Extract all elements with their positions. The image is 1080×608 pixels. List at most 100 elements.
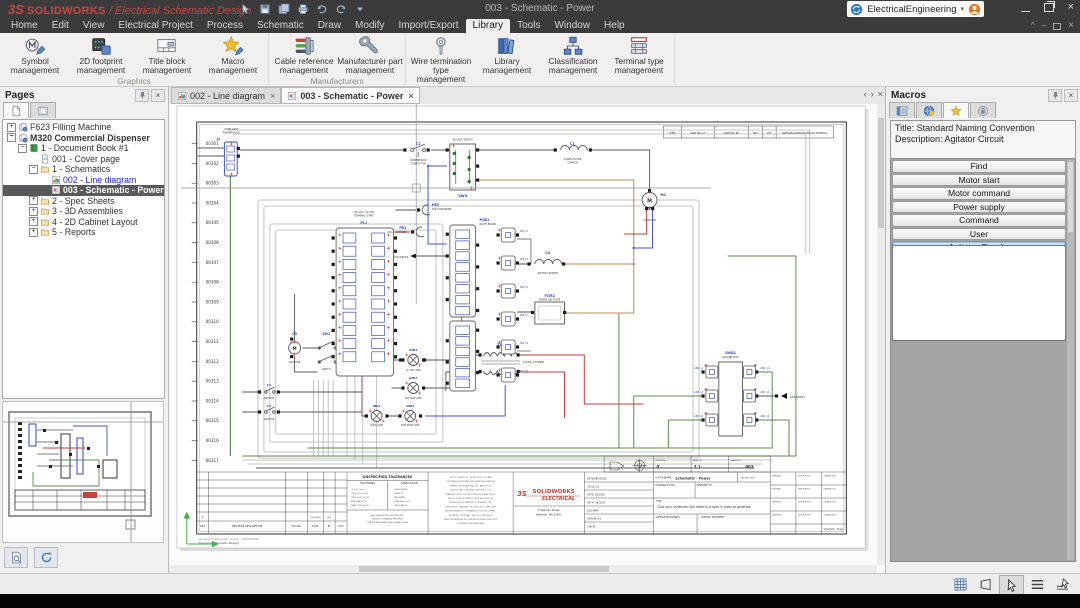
page-tab-icon[interactable]	[3, 102, 29, 118]
pointer-icon[interactable]	[240, 3, 252, 15]
macro-items-list[interactable]	[892, 245, 1066, 341]
horizontal-scrollbar[interactable]	[169, 565, 877, 573]
preview-refresh-button[interactable]	[34, 547, 58, 568]
menu-item[interactable]: Import/Export	[392, 19, 466, 33]
ribbon-button[interactable]: Macro management	[200, 34, 266, 75]
globe-icon[interactable]	[916, 102, 942, 118]
draw-mode-button[interactable]	[1051, 575, 1074, 593]
svg-text:FABRICATION: FABRICATION	[401, 481, 418, 485]
caret-icon[interactable]	[354, 3, 366, 15]
ribbon-button[interactable]: Classification management	[540, 34, 606, 84]
tree-item[interactable]: + 3 - 3D Assemblies	[3, 206, 128, 217]
menu-item[interactable]: Modify	[348, 19, 391, 33]
menu-item[interactable]: View	[76, 19, 112, 33]
tree-item[interactable]: 003 - Schematic - Power	[3, 185, 164, 196]
pin-icon[interactable]	[1048, 88, 1062, 102]
perspective-toggle-button[interactable]	[974, 575, 997, 593]
doc-collapse-button[interactable]: ^	[1031, 19, 1035, 33]
menu-item[interactable]: Home	[4, 19, 45, 33]
tree-item[interactable]: − 1 - Document Book #1	[3, 143, 134, 154]
menu-item[interactable]: Edit	[45, 19, 76, 33]
undo-icon[interactable]	[316, 3, 328, 15]
doc-close-button[interactable]: ×	[1068, 19, 1074, 33]
save-icon[interactable]	[259, 3, 271, 15]
tree-item[interactable]: − 1 - Schematics	[3, 164, 115, 175]
ribbon-button[interactable]: Cable reference management	[271, 34, 337, 75]
ribbon-button[interactable]: Library management	[474, 34, 540, 84]
document-tab[interactable]: 002 - Line diagram ×	[171, 87, 282, 104]
tree-item[interactable]: 002 - Line diagram	[3, 175, 141, 186]
list-icon[interactable]	[889, 102, 915, 118]
macro-group-button[interactable]: Find	[892, 160, 1066, 173]
menu-item[interactable]: Electrical Project	[111, 19, 199, 33]
frame-tab-icon[interactable]	[30, 102, 56, 118]
tree-expander[interactable]: −	[29, 164, 38, 174]
selection-mode-button[interactable]	[999, 575, 1024, 595]
menu-item[interactable]: Process	[200, 19, 250, 33]
windows-taskbar[interactable]	[0, 594, 1080, 608]
tree-expander[interactable]: +	[29, 217, 38, 227]
ribbon-button[interactable]: Title block management	[134, 34, 200, 75]
ribbon-button[interactable]: Terminal type management	[606, 34, 672, 84]
svg-text:DRAWING NO.: DRAWING NO.	[824, 500, 837, 503]
tree-item[interactable]: 001 - Cover page	[3, 154, 125, 165]
doc-restore-button[interactable]	[1053, 22, 1062, 30]
tab-close-icon[interactable]: ×	[408, 91, 413, 101]
macro-group-button[interactable]: Power supply	[892, 200, 1066, 213]
tree-item[interactable]: − M320 Commercial Dispenser	[3, 133, 155, 144]
doc-minimize-button[interactable]: –	[1042, 19, 1046, 33]
tab-list-close-icon[interactable]: ×	[878, 89, 883, 99]
tree-item[interactable]: + F623 Filling Machine	[3, 122, 116, 133]
wire-style-button[interactable]	[1026, 575, 1049, 593]
macro-group-button[interactable]: Motor command	[892, 187, 1066, 200]
tree-item[interactable]: + 2 - Spec Sheets	[3, 196, 120, 207]
close-icon[interactable]: ×	[151, 88, 165, 102]
menu-item[interactable]: Schematic	[250, 19, 311, 33]
restore-button[interactable]	[1043, 1, 1055, 12]
tab-scroll-left-icon[interactable]: ‹	[864, 89, 867, 99]
macro-group-button[interactable]: Motor start	[892, 173, 1066, 186]
macro-well-scrollbar[interactable]	[1067, 160, 1074, 560]
lock-icon[interactable]	[970, 102, 996, 118]
tree-item-icon	[40, 154, 50, 164]
menu-item[interactable]: Window	[547, 19, 597, 33]
macro-group-button[interactable]: Command	[892, 214, 1066, 227]
vertical-scrollbar[interactable]	[877, 104, 885, 565]
macro-group-button[interactable]: User	[892, 227, 1066, 240]
close-icon[interactable]: ×	[1064, 88, 1078, 102]
saveall-icon[interactable]	[278, 3, 290, 15]
tree-expander[interactable]: −	[18, 143, 27, 153]
tree-expander[interactable]: +	[29, 196, 38, 206]
menu-item[interactable]: Help	[597, 19, 632, 33]
redo-icon[interactable]	[335, 3, 347, 15]
tab-close-icon[interactable]: ×	[270, 91, 275, 101]
star-icon[interactable]	[943, 102, 969, 118]
tree-expander[interactable]: +	[29, 227, 38, 237]
minimize-button[interactable]	[1020, 4, 1030, 12]
schematic-canvas[interactable]: 00301 00302 00303 00304 00305 00306 00307 00308…	[169, 104, 877, 565]
chevron-down-icon[interactable]: ▾	[960, 5, 964, 13]
avatar[interactable]	[968, 3, 981, 16]
ribbon-button[interactable]: Symbol management	[2, 34, 68, 75]
document-tab[interactable]: 003 - Schematic - Power ×	[281, 87, 420, 104]
pin-icon[interactable]	[135, 88, 149, 102]
tree-expander[interactable]: −	[7, 133, 16, 143]
tab-scroll-right-icon[interactable]: ›	[871, 89, 874, 99]
preview-zoom-button[interactable]	[4, 547, 28, 568]
page-preview-thumbnail[interactable]	[2, 401, 164, 543]
tree-expander[interactable]: +	[7, 122, 16, 132]
ribbon-button[interactable]: Wire termination type management	[408, 34, 474, 84]
tree-expander[interactable]: +	[29, 206, 38, 216]
menu-item[interactable]: Tools	[510, 19, 547, 33]
ribbon-button[interactable]: 2D footprint management	[68, 34, 134, 75]
print-icon[interactable]	[297, 3, 309, 15]
menu-item[interactable]: Library	[465, 19, 511, 33]
ribbon-button[interactable]: Manufacturer part management	[337, 34, 403, 75]
symbol-icon	[24, 35, 46, 57]
grid-toggle-button[interactable]	[949, 575, 972, 593]
close-button[interactable]: ×	[1068, 2, 1074, 13]
tree-item[interactable]: + 5 - Reports	[3, 227, 101, 238]
tree-item[interactable]: + 4 - 2D Cabinet Layout	[3, 217, 143, 228]
account-chip[interactable]: ElectricalEngineering ▾	[847, 1, 984, 17]
menu-item[interactable]: Draw	[311, 19, 348, 33]
